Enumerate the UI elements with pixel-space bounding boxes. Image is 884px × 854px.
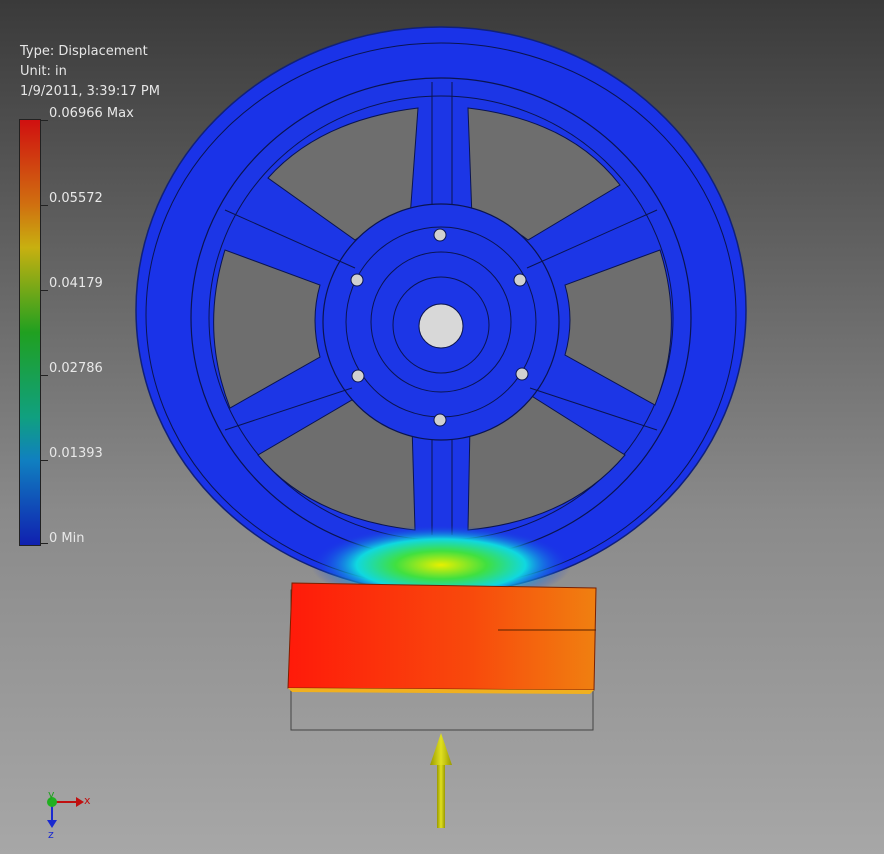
axis-x-label: x	[84, 794, 91, 807]
axis-z-label: z	[48, 828, 54, 841]
load-block[interactable]	[287, 582, 597, 694]
wheel-model[interactable]	[135, 26, 747, 605]
axis-y-label: y	[48, 788, 55, 801]
result-viewport[interactable]: Type: Displacement Unit: in 1/9/2011, 3:…	[0, 0, 884, 854]
coordinate-triad-icon: x y z	[40, 788, 100, 845]
model-render[interactable]	[0, 0, 884, 854]
arrow-up-icon[interactable]	[430, 733, 452, 828]
